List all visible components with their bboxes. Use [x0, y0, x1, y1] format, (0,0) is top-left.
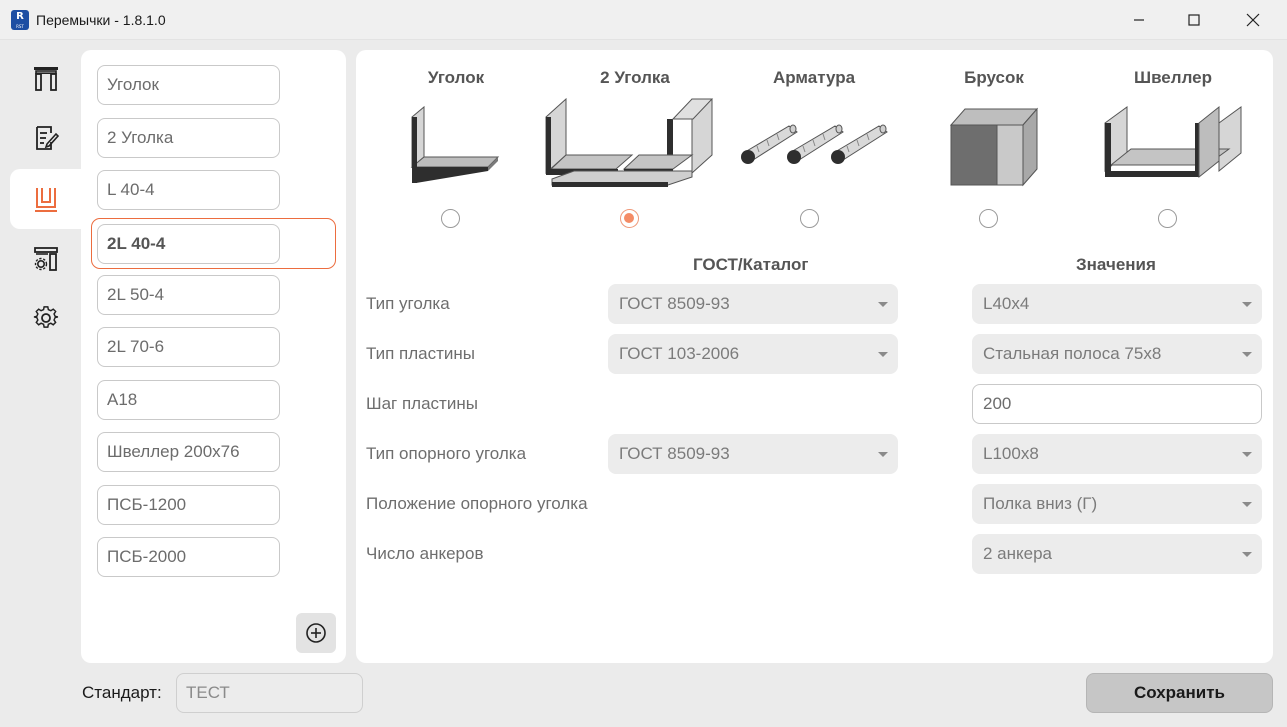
angle-catalog-value: ГОСТ 8509-93 [619, 294, 730, 313]
edit-document-icon [36, 126, 60, 150]
plate-catalog-value: ГОСТ 103-2006 [619, 344, 740, 363]
plus-circle-icon [306, 623, 326, 643]
title-bar: R RST Перемычки - 1.8.1.0 [0, 0, 1287, 40]
add-item-button[interactable] [296, 613, 336, 653]
radio-angle[interactable] [441, 209, 460, 228]
column-header-values: Значения [1076, 255, 1156, 274]
type-title-bar: Брусок [964, 68, 1024, 87]
main-panel: Уголок 2 Уголка Арматура Брусок Швеллер [356, 50, 1273, 663]
angle-profile-image [410, 105, 500, 183]
minimize-icon [1134, 19, 1144, 21]
support-angle-position-value: Полка вниз (Г) [983, 494, 1098, 513]
app-icon: R RST [11, 10, 29, 30]
save-button[interactable]: Сохранить [1086, 673, 1273, 713]
radio-rebar[interactable] [800, 209, 819, 228]
label-anchor-count: Число анкеров [366, 544, 484, 563]
list-item[interactable]: ПСБ-1200 [97, 485, 280, 525]
list-item[interactable]: L 40-4 [97, 170, 280, 210]
type-title-double-angle: 2 Уголка [600, 68, 670, 87]
bar-profile-image [949, 107, 1039, 187]
radio-double-angle[interactable] [620, 209, 639, 228]
list-item[interactable]: A18 [97, 380, 280, 420]
rebar-profile-image [741, 124, 888, 164]
plate-step-input[interactable]: 200 [972, 384, 1262, 424]
chevron-down-icon [878, 352, 888, 357]
maximize-button[interactable] [1165, 0, 1223, 40]
nav-lintel-settings[interactable] [10, 229, 82, 289]
type-title-rebar: Арматура [772, 68, 856, 87]
profile-list-panel: Уголок 2 Уголка L 40-4 2L 40-4 2L 50-4 2… [81, 50, 346, 663]
list-item-label: 2L 40-4 [97, 224, 280, 264]
double-angle-profile-image [545, 97, 714, 187]
window-title: Перемычки - 1.8.1.0 [36, 12, 166, 28]
label-plate-type: Тип пластины [366, 344, 476, 363]
standard-input[interactable]: ТЕСТ [176, 673, 363, 713]
chevron-down-icon [878, 452, 888, 457]
side-nav [10, 48, 82, 348]
maximize-icon [1188, 14, 1200, 26]
nav-edit[interactable] [10, 108, 82, 168]
anchor-count-select[interactable]: 2 анкера [972, 534, 1262, 574]
chevron-down-icon [1242, 302, 1252, 307]
support-angle-catalog-value: ГОСТ 8509-93 [619, 444, 730, 463]
angle-catalog-select[interactable]: ГОСТ 8509-93 [608, 284, 898, 324]
bracket-icon [35, 188, 57, 212]
list-item[interactable]: 2L 50-4 [97, 275, 280, 315]
type-title-channel: Швеллер [1134, 68, 1212, 87]
support-angle-value: L100x8 [983, 444, 1039, 463]
list-item-selected[interactable]: 2L 40-4 [91, 218, 336, 269]
app-icon-letter: R [16, 11, 24, 22]
list-item[interactable]: 2L 70-6 [97, 327, 280, 367]
close-icon [1246, 13, 1260, 27]
standard-label: Стандарт: [82, 683, 162, 702]
channel-profile-image [1104, 105, 1242, 179]
support-angle-position-select[interactable]: Полка вниз (Г) [972, 484, 1262, 524]
list-item[interactable]: ПСБ-2000 [97, 537, 280, 577]
support-angle-catalog-select[interactable]: ГОСТ 8509-93 [608, 434, 898, 474]
plate-value-select[interactable]: Стальная полоса 75x8 [972, 334, 1262, 374]
chevron-down-icon [1242, 452, 1252, 457]
label-plate-step: Шаг пластины [366, 394, 478, 413]
nav-lintels[interactable] [10, 48, 82, 108]
nav-settings[interactable] [10, 288, 82, 348]
list-item[interactable]: 2 Уголка [97, 118, 280, 158]
angle-value-select[interactable]: L40x4 [972, 284, 1262, 324]
lintel-icon [34, 67, 58, 91]
app-icon-sub: RST [16, 24, 24, 29]
chevron-down-icon [1242, 502, 1252, 507]
list-item[interactable]: Уголок [97, 65, 280, 105]
anchor-count-value: 2 анкера [983, 544, 1053, 563]
column-header-catalog: ГОСТ/Каталог [693, 255, 809, 274]
label-support-angle-type: Тип опорного уголка [366, 444, 527, 463]
support-angle-value-select[interactable]: L100x8 [972, 434, 1262, 474]
settings-panel-icon [34, 247, 58, 271]
close-button[interactable] [1224, 0, 1282, 40]
chevron-down-icon [878, 302, 888, 307]
chevron-down-icon [1242, 352, 1252, 357]
label-support-angle-position: Положение опорного уголка [366, 494, 588, 513]
minimize-button[interactable] [1110, 0, 1168, 40]
plate-value: Стальная полоса 75x8 [983, 344, 1162, 363]
type-title-angle: Уголок [427, 68, 485, 87]
gear-icon [33, 306, 59, 328]
chevron-down-icon [1242, 552, 1252, 557]
radio-channel[interactable] [1158, 209, 1177, 228]
angle-value: L40x4 [983, 294, 1030, 313]
list-item[interactable]: Швеллер 200x76 [97, 432, 280, 472]
plate-catalog-select[interactable]: ГОСТ 103-2006 [608, 334, 898, 374]
nav-profiles[interactable] [10, 169, 82, 229]
radio-bar[interactable] [979, 209, 998, 228]
label-angle-type: Тип уголка [366, 294, 450, 313]
